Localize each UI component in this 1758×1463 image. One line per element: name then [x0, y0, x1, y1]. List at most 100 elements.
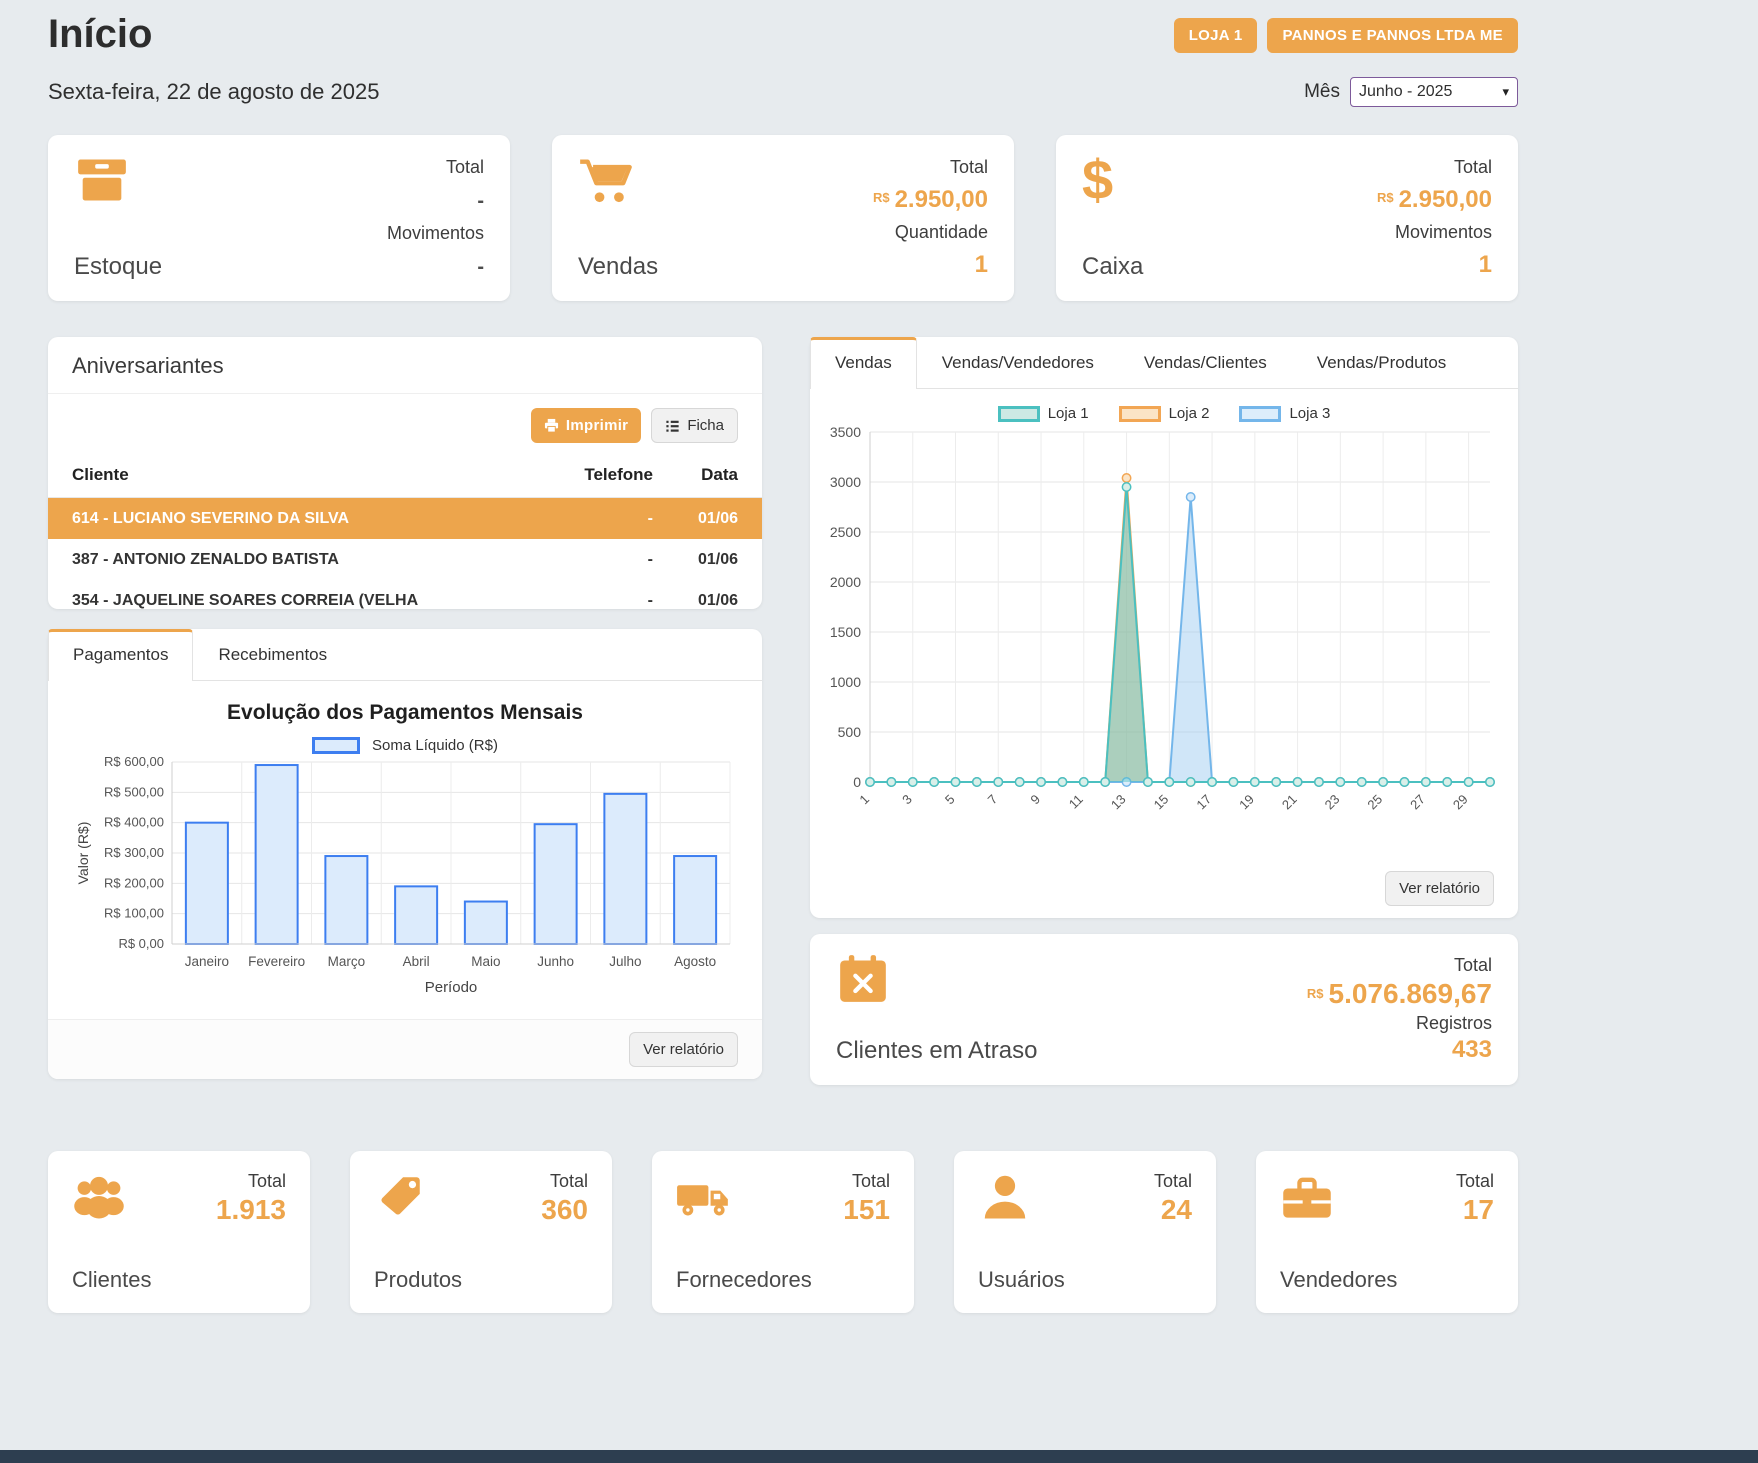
print-button[interactable]: Imprimir — [531, 408, 641, 443]
table-row[interactable]: 354 - JAQUELINE SOARES CORREIA (VELHA - … — [48, 580, 762, 609]
stat-value: - — [387, 255, 484, 279]
stat-label: Registros — [1307, 1013, 1492, 1034]
late-clients-title: Clientes em Atraso — [836, 1037, 1037, 1065]
usuarios-card: Usuários Total 24 — [954, 1151, 1216, 1313]
print-button-label: Imprimir — [566, 417, 628, 434]
table-row[interactable]: 387 - ANTONIO ZENALDO BATISTA - 01/06 — [48, 539, 762, 580]
tab-vendas-produtos[interactable]: Vendas/Produtos — [1292, 337, 1471, 388]
svg-text:Março: Março — [328, 954, 366, 969]
payments-report-button[interactable]: Ver relatório — [629, 1032, 738, 1067]
loja1-label: Loja 1 — [1048, 405, 1089, 422]
dashboard-page: Início LOJA 1 PANNOS E PANNOS LTDA ME Se… — [48, 0, 1518, 1463]
tab-vendas-clientes[interactable]: Vendas/Clientes — [1119, 337, 1292, 388]
svg-text:Junho: Junho — [537, 954, 574, 969]
card-name: Produtos — [374, 1267, 462, 1293]
cell-telefone: - — [523, 551, 653, 569]
stats-row: Estoque Total - Movimentos - — [48, 135, 1518, 301]
cell-cliente: 354 - JAQUELINE SOARES CORREIA (VELHA — [72, 592, 523, 610]
svg-text:13: 13 — [1108, 792, 1129, 813]
loja2-swatch — [1119, 406, 1161, 422]
svg-text:2000: 2000 — [830, 574, 861, 590]
sales-report-button[interactable]: Ver relatório — [1385, 871, 1494, 906]
tab-vendas[interactable]: Vendas — [810, 337, 917, 389]
tab-recebimentos[interactable]: Recebimentos — [193, 629, 352, 680]
tab-vendas-vendedores[interactable]: Vendas/Vendedores — [917, 337, 1119, 388]
stat-value: 24 — [1154, 1194, 1192, 1226]
svg-text:11: 11 — [1066, 792, 1086, 812]
vendas-card: Vendas Total R$2.950,00 Quantidade 1 — [552, 135, 1014, 301]
card-name: Vendedores — [1280, 1267, 1397, 1293]
stat-label: Total — [387, 157, 484, 178]
stat-value: 1.913 — [216, 1194, 286, 1226]
table-row[interactable]: 614 - LUCIANO SEVERINO DA SILVA - 01/06 — [48, 498, 762, 539]
tab-pagamentos[interactable]: Pagamentos — [48, 629, 193, 681]
svg-text:Agosto: Agosto — [674, 954, 716, 969]
ficha-button[interactable]: Ficha — [651, 408, 738, 443]
cart-icon — [578, 155, 638, 209]
bar-chart-legend: Soma Líquido (R$) — [72, 737, 738, 754]
table-header: Cliente Telefone Data — [48, 455, 762, 498]
sales-tabbar: Vendas Vendas/Vendedores Vendas/Clientes… — [810, 337, 1518, 389]
stat-label: Total — [873, 157, 988, 178]
stat-value: 151 — [843, 1194, 890, 1226]
svg-text:R$ 500,00: R$ 500,00 — [104, 784, 164, 799]
svg-text:2500: 2500 — [830, 524, 861, 540]
aniversariantes-card: Aniversariantes Imprimir — [48, 337, 762, 609]
company-button[interactable]: PANNOS E PANNOS LTDA ME — [1267, 18, 1518, 53]
stat-label: Movimentos — [387, 223, 484, 244]
subbar: Sexta-feira, 22 de agosto de 2025 Mês Ju… — [48, 77, 1518, 107]
stat-label: Total — [843, 1171, 890, 1192]
svg-text:27: 27 — [1407, 792, 1428, 813]
box-icon — [74, 155, 134, 209]
late-registros-value: 433 — [1307, 1036, 1492, 1064]
stat-value: 17 — [1456, 1194, 1494, 1226]
month-label: Mês — [1304, 81, 1340, 103]
page-title: Início — [48, 12, 152, 57]
estoque-card: Estoque Total - Movimentos - — [48, 135, 510, 301]
loja2-label: Loja 2 — [1169, 405, 1210, 422]
current-date: Sexta-feira, 22 de agosto de 2025 — [48, 79, 379, 105]
people-icon — [72, 1171, 151, 1226]
tag-icon — [374, 1171, 462, 1226]
cell-data: 01/06 — [653, 510, 738, 528]
card-name: Estoque — [74, 253, 162, 281]
svg-text:5: 5 — [942, 792, 958, 808]
cell-data: 01/06 — [653, 551, 738, 569]
month-select[interactable]: Junho - 2025 ▾ — [1350, 77, 1518, 107]
stat-label: Total — [1456, 1171, 1494, 1192]
col-cliente: Cliente — [72, 465, 523, 485]
svg-text:Período: Período — [425, 979, 478, 996]
stat-label: Total — [1307, 955, 1492, 976]
printer-icon — [544, 418, 559, 433]
user-icon — [978, 1171, 1065, 1226]
payments-bar-chart: R$ 0,00R$ 100,00R$ 200,00R$ 300,00R$ 400… — [72, 756, 738, 1008]
vendedores-card: Vendedores Total 17 — [1256, 1151, 1518, 1313]
footer-bar — [0, 1450, 1758, 1463]
caixa-card: $ Caixa Total R$2.950,00 Movimentos 1 — [1056, 135, 1518, 301]
stat-value: 1 — [873, 251, 988, 279]
cell-telefone: - — [523, 592, 653, 610]
store-button[interactable]: LOJA 1 — [1174, 18, 1258, 53]
aniversariantes-title: Aniversariantes — [48, 337, 762, 394]
card-name: Clientes — [72, 1267, 151, 1293]
loja3-label: Loja 3 — [1289, 405, 1330, 422]
svg-text:29: 29 — [1450, 792, 1471, 813]
cell-cliente: 387 - ANTONIO ZENALDO BATISTA — [72, 551, 523, 569]
col-data: Data — [653, 465, 738, 485]
svg-text:17: 17 — [1193, 792, 1214, 813]
sales-card: Vendas Vendas/Vendedores Vendas/Clientes… — [810, 337, 1518, 918]
card-name: Vendas — [578, 253, 658, 281]
fornecedores-card: Fornecedores Total 151 — [652, 1151, 914, 1313]
svg-text:500: 500 — [838, 724, 862, 740]
currency-prefix: R$ — [1377, 190, 1394, 205]
calendar-x-icon — [836, 954, 1037, 1009]
svg-text:0: 0 — [853, 774, 861, 790]
stat-value: - — [387, 189, 484, 213]
svg-text:R$ 400,00: R$ 400,00 — [104, 815, 164, 830]
svg-text:7: 7 — [985, 792, 1001, 808]
truck-icon — [676, 1171, 812, 1226]
stat-value: 2.950,00 — [1399, 186, 1492, 213]
col-telefone: Telefone — [523, 465, 653, 485]
svg-text:Fevereiro: Fevereiro — [248, 954, 305, 969]
clientes-card: Clientes Total 1.913 — [48, 1151, 310, 1313]
